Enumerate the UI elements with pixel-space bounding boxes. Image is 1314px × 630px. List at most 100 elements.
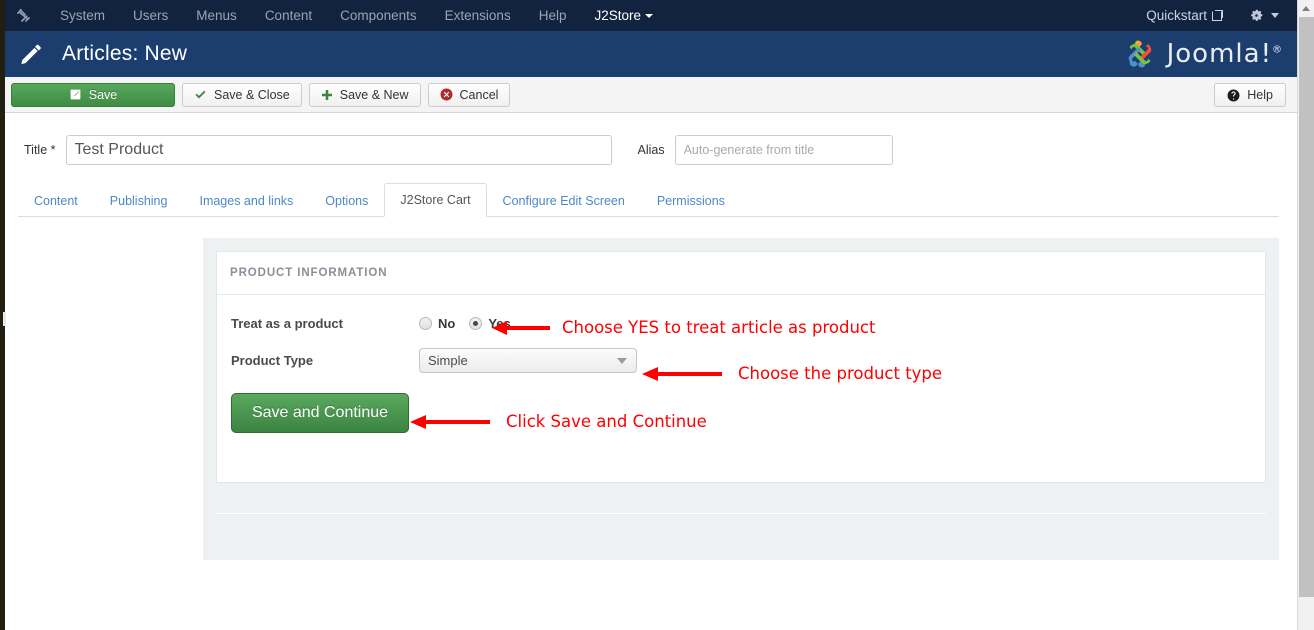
admin-top-navbar: System Users Menus Content Components Ex… <box>0 0 1297 31</box>
nav-item-components[interactable]: Components <box>326 0 431 31</box>
joomla-mark-icon <box>1122 36 1158 72</box>
radio-no[interactable] <box>419 317 432 330</box>
tab-label: Images and links <box>199 194 293 208</box>
gear-icon <box>1249 8 1264 23</box>
quickstart-link[interactable]: Quickstart <box>1146 8 1223 23</box>
product-information-heading: PRODUCT INFORMATION <box>230 267 387 279</box>
radio-yes[interactable] <box>469 317 482 330</box>
browser-page: System Users Menus Content Components Ex… <box>0 0 1314 630</box>
radio-no-label[interactable]: No <box>438 316 455 331</box>
panel-divider <box>216 513 1266 514</box>
plus-icon <box>321 89 333 101</box>
tab-label: Content <box>34 194 78 208</box>
pencil-icon <box>0 42 62 67</box>
joomla-wordmark: Joomla!® <box>1167 39 1283 69</box>
save-and-close-button[interactable]: Save & Close <box>182 83 302 107</box>
tab-label: Configure Edit Screen <box>503 194 625 208</box>
title-input[interactable] <box>66 135 612 165</box>
alias-input[interactable] <box>675 135 893 165</box>
alias-field-label: Alias <box>638 143 665 157</box>
annotation-save-and-continue: Click Save and Continue <box>506 412 707 431</box>
question-circle-icon <box>1227 89 1240 102</box>
tab-content[interactable]: Content <box>18 184 94 217</box>
treat-as-product-label: Treat as a product <box>231 316 419 331</box>
scroll-up-button[interactable] <box>1298 0 1314 17</box>
joomla-brand-logo: Joomla!® <box>1122 36 1283 72</box>
top-nav-right-group: Quickstart <box>1146 0 1297 31</box>
page-header-bar: Articles: New Joomla!® <box>0 31 1297 77</box>
nav-item-label: System <box>60 8 105 23</box>
nav-item-label: Components <box>340 8 417 23</box>
chevron-down-icon <box>645 14 653 18</box>
scroll-up-arrow-icon <box>1302 6 1310 11</box>
cancel-button-label: Cancel <box>460 88 499 102</box>
product-information-card-header: PRODUCT INFORMATION <box>217 252 1265 295</box>
annotation-product-type: Choose the product type <box>738 364 942 383</box>
save-and-continue-row: Save and Continue <box>231 390 1265 433</box>
editor-tabs: Content Publishing Images and links Opti… <box>18 183 1279 217</box>
page-title: Articles: New <box>62 42 187 66</box>
product-type-selected-value: Simple <box>428 353 468 368</box>
cancel-button[interactable]: Cancel <box>428 83 511 107</box>
admin-settings-menu[interactable] <box>1249 8 1279 23</box>
top-nav-menu: System Users Menus Content Components Ex… <box>46 0 667 31</box>
tab-publishing[interactable]: Publishing <box>94 184 184 217</box>
nav-item-label: Extensions <box>445 8 511 23</box>
nav-item-extensions[interactable]: Extensions <box>431 0 525 31</box>
save-and-continue-label: Save and Continue <box>252 404 388 422</box>
joomla-logo-icon[interactable] <box>0 0 46 31</box>
chevron-down-icon <box>1271 13 1279 18</box>
editor-toolbar: Save Save & Close Save & New Cancel <box>0 77 1297 113</box>
save-and-continue-button[interactable]: Save and Continue <box>231 393 409 433</box>
tab-label: J2Store Cart <box>400 193 470 207</box>
nav-item-label: Users <box>133 8 168 23</box>
product-type-label: Product Type <box>231 353 419 368</box>
scrollbar-thumb[interactable] <box>1299 17 1314 597</box>
tab-label: Publishing <box>110 194 168 208</box>
page-viewport: System Users Menus Content Components Ex… <box>0 0 1297 630</box>
nav-item-label: Help <box>539 8 567 23</box>
save-pencil-icon <box>69 88 82 101</box>
nav-item-users[interactable]: Users <box>119 0 182 31</box>
j2store-cart-panel: PRODUCT INFORMATION Treat as a product N… <box>203 238 1279 560</box>
chevron-down-icon <box>617 358 627 364</box>
external-link-icon <box>1212 10 1223 21</box>
joomla-registered-mark: ® <box>1272 44 1283 55</box>
nav-item-label: J2Store <box>594 8 641 23</box>
tab-j2store-cart[interactable]: J2Store Cart <box>384 183 486 217</box>
save-button-label: Save <box>89 88 118 102</box>
nav-item-content[interactable]: Content <box>251 0 326 31</box>
nav-item-label: Content <box>265 8 312 23</box>
nav-item-system[interactable]: System <box>46 0 119 31</box>
save-and-new-button-label: Save & New <box>340 88 409 102</box>
title-alias-row: Title * Alias <box>0 113 1297 169</box>
nav-item-j2store[interactable]: J2Store <box>580 0 667 31</box>
nav-item-help[interactable]: Help <box>525 0 581 31</box>
save-button[interactable]: Save <box>11 83 175 107</box>
nav-item-menus[interactable]: Menus <box>182 0 251 31</box>
cancel-circle-icon <box>440 88 453 101</box>
tab-permissions[interactable]: Permissions <box>641 184 741 217</box>
left-arrow-icon <box>492 319 550 337</box>
help-button-label: Help <box>1247 88 1273 102</box>
tab-configure-edit-screen[interactable]: Configure Edit Screen <box>487 184 641 217</box>
left-arrow-icon <box>642 365 722 383</box>
product-type-select[interactable]: Simple <box>419 348 637 373</box>
annotation-treat-as-product: Choose YES to treat article as product <box>562 318 875 337</box>
left-edge-handle[interactable] <box>3 312 6 326</box>
tab-label: Permissions <box>657 194 725 208</box>
save-and-new-button[interactable]: Save & New <box>309 83 421 107</box>
page-scrollbar[interactable] <box>1297 0 1314 630</box>
help-button[interactable]: Help <box>1214 83 1286 107</box>
tab-options[interactable]: Options <box>309 184 384 217</box>
tab-label: Options <box>325 194 368 208</box>
tab-images-and-links[interactable]: Images and links <box>183 184 309 217</box>
toolbar-right-group: Help <box>1214 83 1286 107</box>
check-icon <box>194 89 207 101</box>
quickstart-label: Quickstart <box>1146 8 1207 23</box>
title-field-label: Title * <box>24 143 56 157</box>
nav-item-label: Menus <box>196 8 237 23</box>
save-and-close-button-label: Save & Close <box>214 88 290 102</box>
joomla-brand-text: Joomla! <box>1167 39 1272 69</box>
left-arrow-icon <box>410 413 490 431</box>
